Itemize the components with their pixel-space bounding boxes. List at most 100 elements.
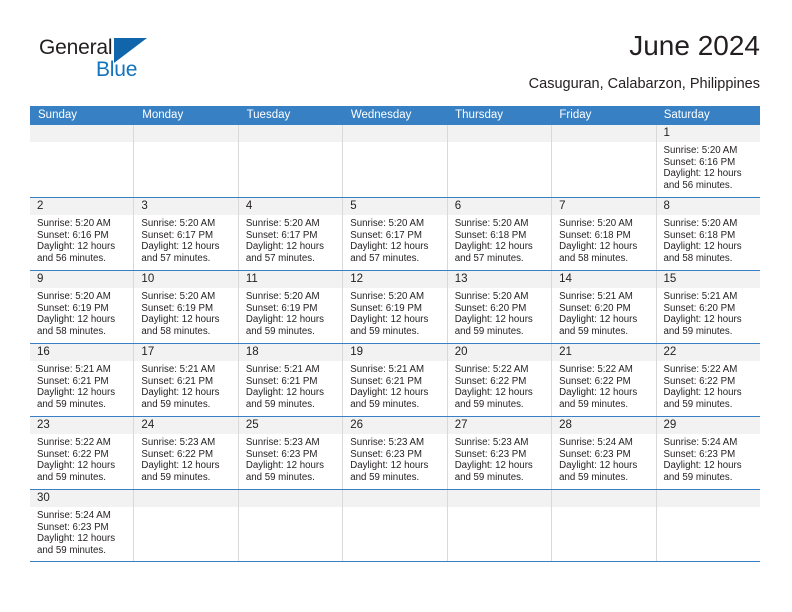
day-cell[interactable]: 7 Sunrise: 5:20 AM Sunset: 6:18 PM Daylight… (551, 198, 656, 270)
daylight-text-line1: Daylight: 12 hours (141, 387, 220, 399)
day-cell[interactable]: 9 Sunrise: 5:20 AM Sunset: 6:19 PM Daylight… (30, 271, 134, 343)
day-cell[interactable]: 4 Sunrise: 5:20 AM Sunset: 6:17 PM Daylight… (237, 198, 343, 270)
sunrise-text: Sunrise: 5:23 AM (350, 437, 425, 448)
daylight-text-line1: Daylight: 12 hours (663, 314, 742, 326)
day-number: 1 (656, 125, 760, 142)
day-number: 19 (343, 344, 447, 361)
day-cell-empty (655, 490, 760, 561)
sunrise-text: Sunrise: 5:20 AM (663, 218, 738, 229)
sunrise-text: Sunrise: 5:20 AM (663, 145, 738, 156)
daylight-text-line2: and 59 minutes. (37, 471, 106, 483)
sunrise-text: Sunrise: 5:22 AM (663, 364, 738, 375)
day-cell[interactable]: 21 Sunrise: 5:22 AM Sunset: 6:22 PM Dayligh… (551, 344, 656, 416)
daylight-text-line2: and 59 minutes. (559, 325, 629, 337)
sunset-text: Sunset: 6:18 PM (454, 229, 527, 241)
daylight-text-line1: Daylight: 12 hours (559, 314, 638, 326)
day-cell[interactable]: 15 Sunrise: 5:21 AM Sunset: 6:20 PM Dayligh… (655, 271, 760, 343)
daylight-text-line2: and 57 minutes. (245, 252, 315, 264)
daylight-text-line2: and 57 minutes. (454, 252, 524, 264)
day-cell[interactable]: 14 Sunrise: 5:21 AM Sunset: 6:20 PM Dayligh… (551, 271, 656, 343)
sunset-text: Sunset: 6:20 PM (454, 302, 527, 314)
sunset-text: Sunset: 6:23 PM (454, 448, 527, 460)
day-cell-empty (133, 125, 238, 197)
sunrise-text: Sunrise: 5:20 AM (37, 291, 111, 302)
day-cell-empty (551, 490, 656, 561)
sunset-text: Sunset: 6:22 PM (454, 375, 527, 387)
daylight-text-line1: Daylight: 12 hours (663, 168, 742, 180)
sunrise-text: Sunrise: 5:21 AM (350, 364, 425, 375)
sunset-text: Sunset: 6:17 PM (350, 229, 422, 241)
day-cell[interactable]: 1 Sunrise: 5:20 AM Sunset: 6:16 PM Daylight… (655, 125, 760, 197)
weekday-friday: Friday (559, 109, 592, 121)
day-cell[interactable]: 18 Sunrise: 5:21 AM Sunset: 6:21 PM Dayligh… (237, 344, 343, 416)
day-cell[interactable]: 17 Sunrise: 5:21 AM Sunset: 6:21 PM Dayligh… (133, 344, 238, 416)
day-number (238, 490, 343, 507)
day-cell[interactable]: 20 Sunrise: 5:22 AM Sunset: 6:22 PM Dayligh… (446, 344, 552, 416)
daylight-text-line2: and 59 minutes. (350, 325, 420, 337)
day-cell[interactable]: 10 Sunrise: 5:20 AM Sunset: 6:19 PM Dayligh… (133, 271, 238, 343)
day-number: 30 (30, 490, 134, 507)
sunset-text: Sunset: 6:22 PM (141, 448, 214, 460)
daylight-text-line1: Daylight: 12 hours (663, 241, 742, 253)
daylight-text-line2: and 59 minutes. (37, 544, 106, 556)
day-cell[interactable]: 25 Sunrise: 5:23 AM Sunset: 6:23 PM Dayligh… (237, 417, 343, 489)
daylight-text-line2: and 59 minutes. (559, 398, 629, 410)
daylight-text-line2: and 59 minutes. (350, 471, 420, 483)
day-cell[interactable]: 26 Sunrise: 5:23 AM Sunset: 6:23 PM Dayligh… (342, 417, 447, 489)
sunset-text: Sunset: 6:19 PM (37, 302, 109, 314)
day-sun-info: Sunrise: 5:21 AM Sunset: 6:21 PM Daylight:… (239, 361, 342, 410)
day-number: 11 (238, 271, 343, 288)
sunrise-text: Sunrise: 5:20 AM (141, 218, 216, 229)
day-cell[interactable]: 16 Sunrise: 5:21 AM Sunset: 6:21 PM Dayligh… (30, 344, 134, 416)
weekday-saturday: Saturday (663, 109, 710, 121)
day-cell[interactable]: 13 Sunrise: 5:20 AM Sunset: 6:20 PM Dayligh… (446, 271, 552, 343)
day-cell[interactable]: 30 Sunrise: 5:24 AM Sunset: 6:23 PM Dayligh… (30, 490, 134, 561)
daylight-text-line2: and 59 minutes. (245, 471, 315, 483)
day-number: 7 (552, 198, 656, 215)
day-cell[interactable]: 27 Sunrise: 5:23 AM Sunset: 6:23 PM Dayligh… (446, 417, 552, 489)
sunrise-text: Sunrise: 5:21 AM (245, 364, 320, 375)
day-cell[interactable]: 29 Sunrise: 5:24 AM Sunset: 6:23 PM Dayligh… (655, 417, 760, 489)
day-cell[interactable]: 24 Sunrise: 5:23 AM Sunset: 6:22 PM Dayligh… (133, 417, 238, 489)
sunrise-text: Sunrise: 5:23 AM (245, 437, 320, 448)
day-cell[interactable]: 3 Sunrise: 5:20 AM Sunset: 6:17 PM Daylight… (133, 198, 238, 270)
day-cell[interactable]: 19 Sunrise: 5:21 AM Sunset: 6:21 PM Dayligh… (342, 344, 447, 416)
sunrise-text: Sunrise: 5:21 AM (37, 364, 111, 375)
day-number: 20 (447, 344, 552, 361)
sunset-text: Sunset: 6:22 PM (663, 375, 736, 387)
day-cell[interactable]: 5 Sunrise: 5:20 AM Sunset: 6:17 PM Daylight… (342, 198, 447, 270)
daylight-text-line2: and 59 minutes. (663, 398, 733, 410)
sunset-text: Sunset: 6:20 PM (559, 302, 631, 314)
day-cell[interactable]: 6 Sunrise: 5:20 AM Sunset: 6:18 PM Daylight… (446, 198, 552, 270)
sunset-text: Sunset: 6:22 PM (37, 448, 109, 460)
day-sun-info: Sunrise: 5:20 AM Sunset: 6:17 PM Daylight:… (239, 215, 342, 264)
day-cell[interactable]: 22 Sunrise: 5:22 AM Sunset: 6:22 PM Dayligh… (655, 344, 760, 416)
general-blue-logo[interactable]: General Blue (39, 37, 169, 89)
daylight-text-line2: and 59 minutes. (350, 398, 420, 410)
daylight-text-line2: and 56 minutes. (37, 252, 106, 264)
daylight-text-line2: and 59 minutes. (245, 398, 315, 410)
day-sun-info: Sunrise: 5:23 AM Sunset: 6:23 PM Daylight:… (343, 434, 446, 483)
day-cell[interactable]: 23 Sunrise: 5:22 AM Sunset: 6:22 PM Dayligh… (30, 417, 134, 489)
daylight-text-line1: Daylight: 12 hours (245, 460, 324, 472)
daylight-text-line1: Daylight: 12 hours (350, 241, 429, 253)
day-number: 18 (238, 344, 343, 361)
day-number: 21 (552, 344, 656, 361)
daylight-text-line1: Daylight: 12 hours (350, 460, 429, 472)
day-sun-info: Sunrise: 5:20 AM Sunset: 6:19 PM Daylight:… (343, 288, 446, 337)
daylight-text-line2: and 58 minutes. (559, 252, 629, 264)
day-cell[interactable]: 12 Sunrise: 5:20 AM Sunset: 6:19 PM Dayligh… (342, 271, 447, 343)
day-cell[interactable]: 28 Sunrise: 5:24 AM Sunset: 6:23 PM Dayligh… (551, 417, 656, 489)
day-number (134, 125, 238, 142)
day-sun-info: Sunrise: 5:20 AM Sunset: 6:16 PM Daylight:… (30, 215, 133, 264)
daylight-text-line2: and 57 minutes. (141, 252, 211, 264)
daylight-text-line1: Daylight: 12 hours (350, 387, 429, 399)
day-number (30, 125, 134, 142)
day-cell[interactable]: 11 Sunrise: 5:20 AM Sunset: 6:19 PM Dayligh… (237, 271, 343, 343)
day-number: 16 (30, 344, 134, 361)
daylight-text-line2: and 59 minutes. (663, 325, 733, 337)
day-cell[interactable]: 2 Sunrise: 5:20 AM Sunset: 6:16 PM Daylight… (30, 198, 134, 270)
day-cell[interactable]: 8 Sunrise: 5:20 AM Sunset: 6:18 PM Daylight… (655, 198, 760, 270)
day-number: 22 (656, 344, 760, 361)
day-cell-empty (30, 125, 134, 197)
